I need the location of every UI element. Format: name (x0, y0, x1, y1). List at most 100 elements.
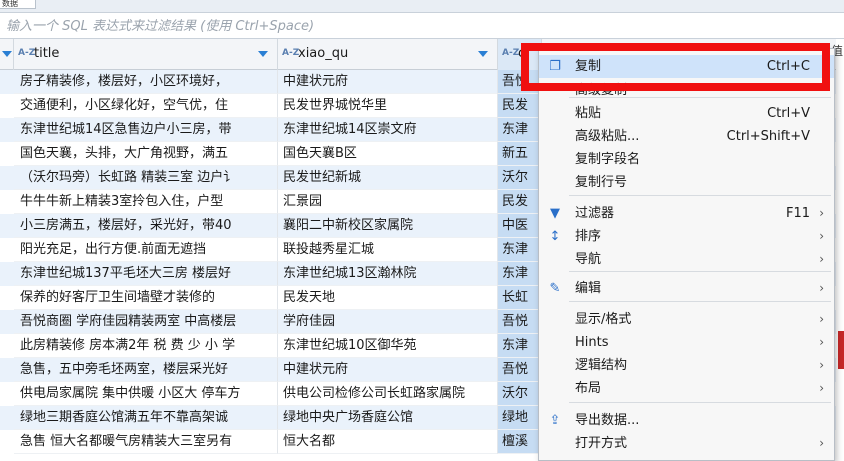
cell-title[interactable]: 吾悦商圈 学府佳园精装两室 中高楼层 (14, 310, 278, 334)
menu-item[interactable]: ↕ 排序 › (539, 225, 834, 248)
menu-item[interactable]: 打开方式 › (539, 432, 834, 455)
column-name: xiao_qu (298, 46, 349, 61)
cell-title[interactable]: 交通便利，小区绿化好，空气优，住 (14, 94, 278, 118)
cell-xiao-qu[interactable]: 襄阳二中新校区家属院 (278, 214, 498, 238)
cell-xiao-qu[interactable]: 民发世界城悦华里 (278, 94, 498, 118)
cell-title[interactable]: 保养的好客厅卫生间墙壁才装修的 (14, 286, 278, 310)
cell-selected-column[interactable]: 东津 (498, 334, 542, 358)
menu-item-label: 复制行号 (575, 175, 628, 190)
cell-title[interactable]: 小三房满五，楼层好，采光好，带40 (14, 214, 278, 238)
cell-title[interactable]: 此房精装修 房本满2年 税 费 少 小 学 (14, 334, 278, 358)
chevron-right-icon: › (819, 229, 824, 243)
menu-item[interactable]: 复制行号 (539, 171, 834, 194)
cell-selected-column[interactable]: 沃尔 (498, 166, 542, 190)
menu-item-label: 粘贴 (575, 106, 602, 121)
cell-selected-column[interactable]: 东津 (498, 238, 542, 262)
cell-selected-column[interactable]: 民发 (498, 190, 542, 214)
cell-title[interactable]: 东津世纪城137平毛坯大三房 楼层好 (14, 262, 278, 286)
menu-item-label: 导航 (575, 252, 602, 267)
cell-xiao-qu[interactable]: 学府佳园 (278, 310, 498, 334)
menu-separator (569, 402, 831, 403)
cell-selected-column[interactable]: 绿地 (498, 406, 542, 430)
cell-selected-column[interactable]: 民发 (498, 94, 542, 118)
cell-xiao-qu[interactable]: 东津世纪城14区崇文府 (278, 118, 498, 142)
annotation-highlight-box (521, 43, 830, 91)
menu-item-label: 导出数据... (575, 413, 640, 428)
menu-item-label: 排序 (575, 229, 602, 244)
cell-xiao-qu[interactable]: 联投越秀星汇城 (278, 238, 498, 262)
cell-title[interactable]: 东津世纪城14区急售边户小三房，带 (14, 118, 278, 142)
cell-title[interactable]: （沃尔玛旁）长虹路 精装三室 边户讠 (14, 166, 278, 190)
column-name: title (34, 46, 60, 61)
menu-item[interactable]: 高级粘贴... Ctrl+Shift+V (539, 125, 834, 148)
menu-item[interactable]: 复制字段名 (539, 148, 834, 171)
text-type-icon: A-Z (18, 48, 36, 58)
cell-xiao-qu[interactable]: 中建状元府 (278, 70, 498, 94)
context-menu: ❐ 复制 Ctrl+C 高级复制 粘贴 Ctrl+V 高级粘贴... Ctrl+Shift+V… (538, 48, 835, 461)
cell-selected-column[interactable]: 吾悦 (498, 358, 542, 382)
menu-item-label: 逻辑结构 (575, 358, 628, 373)
tab-data[interactable]: 数据 (0, 0, 36, 9)
cell-selected-column[interactable]: 东津 (498, 262, 542, 286)
menu-item-label: 高级粘贴... (575, 129, 640, 144)
cell-title[interactable]: 急售 恒大名都暖气房精装大三室另有 (14, 430, 278, 454)
sort-arrow-icon[interactable] (258, 51, 268, 57)
cell-selected-column[interactable]: 中医 (498, 214, 542, 238)
cell-xiao-qu[interactable]: 恒大名都 (278, 430, 498, 454)
menu-separator (569, 301, 831, 302)
chevron-right-icon: › (819, 252, 824, 266)
cell-title[interactable]: 牛牛牛新上精装3室拎包入住，户型 (14, 190, 278, 214)
cell-selected-column[interactable]: 长虹 (498, 286, 542, 310)
cell-xiao-qu[interactable]: 民发天地 (278, 286, 498, 310)
cell-selected-column[interactable]: 沃尔 (498, 382, 542, 406)
cell-selected-column[interactable]: 吾悦 (498, 310, 542, 334)
cell-title[interactable]: 阳光充足，出行方便.前面无遮挡 (14, 238, 278, 262)
cell-xiao-qu[interactable]: 汇景园 (278, 190, 498, 214)
right-edge-column (836, 39, 844, 461)
filter-icon: ▼ (550, 206, 560, 221)
text-type-icon: A-Z (502, 48, 520, 58)
menu-item[interactable]: ▼ 过滤器 F11 › (539, 202, 834, 225)
row-number-header[interactable] (0, 39, 14, 70)
cell-xiao-qu[interactable]: 东津世纪城13区瀚林院 (278, 262, 498, 286)
filter-input[interactable] (6, 16, 836, 36)
cell-selected-column[interactable]: 檀溪 (498, 430, 542, 454)
cell-title[interactable]: 绿地三期香庭公馆满五年不靠高架诚 (14, 406, 278, 430)
cell-title[interactable]: 供电局家属院 集中供暖 小区大 停车方 (14, 382, 278, 406)
menu-item[interactable]: 显示/格式 › (539, 308, 834, 331)
cell-xiao-qu[interactable]: 东津世纪城10区御华苑 (278, 334, 498, 358)
menu-item[interactable]: 逻辑结构 › (539, 354, 834, 377)
top-tab-strip: 数据 (0, 0, 844, 12)
cell-selected-column[interactable]: 新五 (498, 142, 542, 166)
menu-item-label: 复制字段名 (575, 152, 641, 167)
chevron-right-icon: › (819, 358, 824, 372)
menu-item[interactable]: 布局 › (539, 377, 834, 400)
column-header-title[interactable]: A-Z title (14, 39, 278, 70)
menu-item[interactable]: 导航 › (539, 248, 834, 271)
menu-item-shortcut: Ctrl+Shift+V (726, 129, 810, 144)
chevron-right-icon: › (819, 335, 824, 349)
cell-title[interactable]: 急售，五中旁毛坯两室，楼层采光好 (14, 358, 278, 382)
menu-item-label: Hints (575, 335, 609, 350)
menu-item[interactable]: 粘贴 Ctrl+V (539, 102, 834, 125)
cell-xiao-qu[interactable]: 国色天襄B区 (278, 142, 498, 166)
cell-xiao-qu[interactable]: 中建状元府 (278, 358, 498, 382)
column-header-xiao-qu[interactable]: A-Z xiao_qu (278, 39, 498, 70)
menu-item-shortcut: Ctrl+V (767, 106, 810, 121)
sort-arrow-icon[interactable] (478, 51, 488, 57)
cell-title[interactable]: 房子精装修，楼层好，小区环境好， (14, 70, 278, 94)
menu-item-label: 显示/格式 (575, 312, 632, 327)
cell-title[interactable]: 国色天襄，头排，大广角视野，满五 (14, 142, 278, 166)
menu-item[interactable]: Hints › (539, 331, 834, 354)
cell-xiao-qu[interactable]: 供电公司检修公司长虹路家属院 (278, 382, 498, 406)
cell-xiao-qu[interactable]: 民发世纪新城 (278, 166, 498, 190)
menu-item-label: 布局 (575, 381, 602, 396)
export-icon: ⇪ (549, 413, 561, 428)
cell-selected-column[interactable]: 东津 (498, 118, 542, 142)
menu-item[interactable]: ⇪ 导出数据... (539, 409, 834, 432)
sort-arrow-icon[interactable] (2, 51, 12, 57)
cell-xiao-qu[interactable]: 绿地中央广场香庭公馆 (278, 406, 498, 430)
chevron-right-icon: › (819, 281, 824, 295)
menu-item[interactable]: ✎ 编辑 › (539, 277, 834, 300)
chevron-right-icon: › (819, 381, 824, 395)
